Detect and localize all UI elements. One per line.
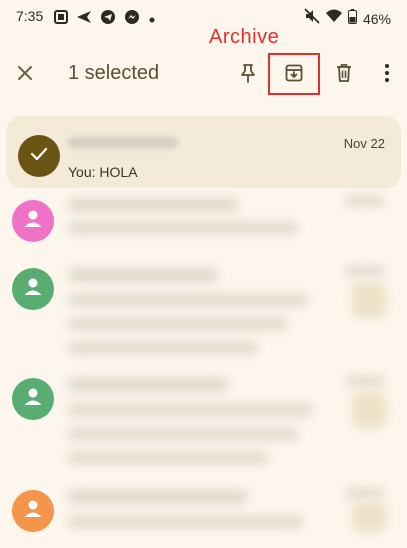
more-options-button[interactable] (374, 62, 400, 88)
blurred-thumbnail (352, 282, 386, 318)
archive-button[interactable] (281, 62, 307, 88)
messenger-icon (124, 9, 140, 30)
person-icon (21, 207, 45, 236)
more-vert-icon (384, 63, 390, 88)
person-icon (21, 275, 45, 304)
action-bar: 1 selected (0, 52, 407, 98)
conversation-snippet: You: HOLA (68, 164, 138, 180)
blurred-snippet (68, 428, 298, 440)
blurred-name (68, 378, 228, 392)
contact-avatar (12, 378, 54, 420)
blurred-snippet (68, 452, 268, 464)
close-button[interactable] (12, 62, 38, 88)
conversation-item[interactable] (0, 376, 407, 488)
blurred-date (345, 196, 385, 206)
contact-avatar (12, 268, 54, 310)
status-time: 7:35 (16, 8, 44, 24)
blurred-name (68, 268, 218, 282)
wifi-icon (325, 9, 342, 28)
conversation-date: Nov 22 (343, 136, 385, 151)
check-icon (30, 147, 48, 166)
telegram-icon (100, 9, 116, 30)
blurred-snippet (68, 318, 288, 330)
notification-icons (54, 9, 156, 30)
battery-icon (347, 8, 357, 29)
system-icons: 46% (304, 8, 391, 29)
contact-name-blurred (68, 137, 178, 148)
delete-icon (335, 63, 353, 88)
close-icon (16, 64, 34, 87)
blurred-date (345, 266, 385, 276)
pin-icon (239, 63, 257, 88)
blurred-snippet (68, 222, 298, 234)
person-icon (21, 385, 45, 414)
blurred-name (68, 490, 248, 504)
conversation-item-selected[interactable]: Nov 22 You: HOLA (6, 116, 401, 188)
conversation-item[interactable] (0, 194, 407, 264)
selected-check-avatar[interactable] (18, 135, 60, 177)
send-arrow-icon (76, 10, 92, 29)
blurred-snippet (68, 342, 258, 354)
blurred-name (68, 198, 238, 212)
contact-avatar (12, 200, 54, 242)
archive-icon (284, 63, 304, 88)
status-bar: 7:35 46% (0, 0, 407, 34)
conversation-item[interactable] (0, 264, 407, 374)
blurred-date (345, 488, 385, 498)
blurred-snippet (68, 516, 303, 528)
person-icon (21, 497, 45, 526)
selection-count: 1 selected (68, 62, 160, 84)
blurred-snippet (68, 404, 313, 416)
mute-icon (304, 8, 320, 29)
dot-icon (148, 11, 156, 29)
battery-percent: 46% (362, 10, 391, 27)
blurred-thumbnail (352, 502, 386, 532)
blurred-thumbnail (352, 392, 386, 428)
image-icon (54, 10, 68, 29)
contact-avatar (12, 490, 54, 532)
pin-button[interactable] (235, 62, 261, 88)
annotation-label: Archive (209, 26, 280, 48)
conversation-item[interactable] (0, 488, 407, 548)
blurred-snippet (68, 294, 308, 306)
blurred-date (345, 376, 385, 386)
delete-button[interactable] (331, 62, 357, 88)
